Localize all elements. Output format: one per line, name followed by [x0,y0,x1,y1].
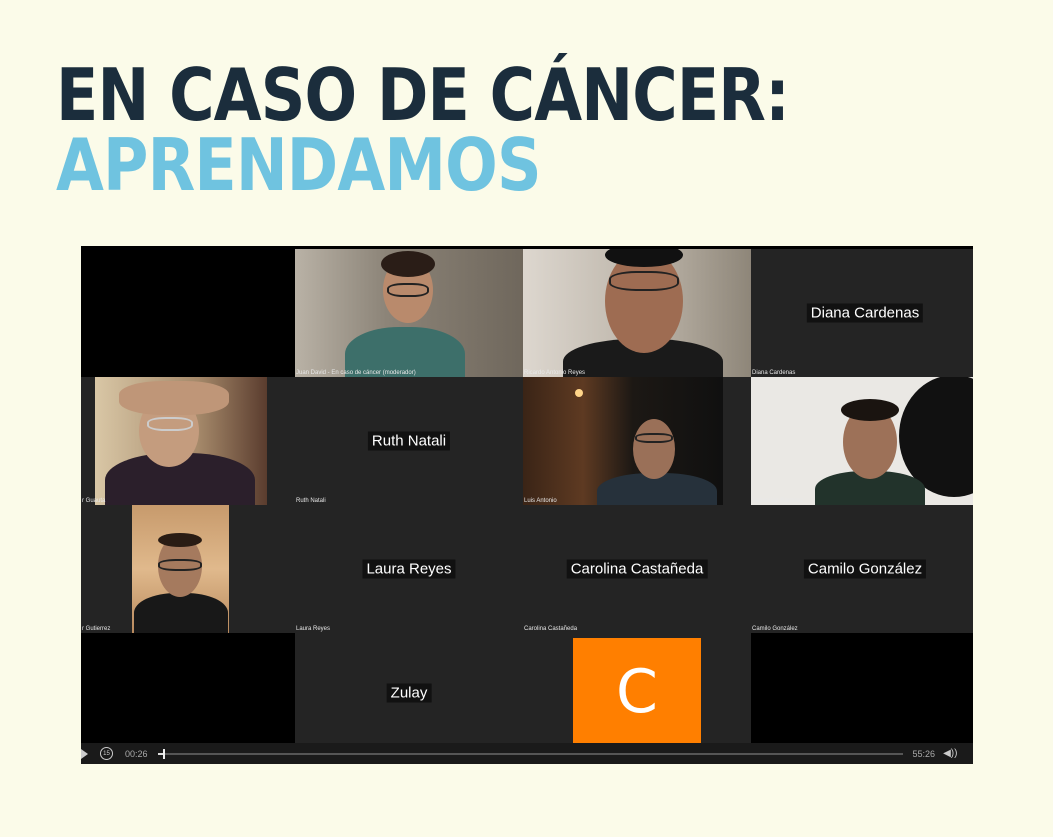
participant-label: Carolina Castañeda [524,626,578,632]
participant-tile-diana[interactable]: Diana Cardenas Diana Cardenas [751,249,973,377]
participant-grid: Juan David - En caso de cáncer (moderado… [81,249,973,746]
participant-label: Luis Antonio [524,498,557,504]
participant-label: Ruth Natali [296,498,326,504]
participant-label: Sebastián Ramírez [752,498,804,504]
participant-tile-ricardo[interactable]: Ricardo Antonio Reyes [523,249,751,377]
skip-back-icon[interactable]: 15 [100,747,113,760]
camera-feed [295,249,523,377]
seek-bar-handle[interactable] [163,748,166,759]
participant-name-center: Zulay [386,683,432,703]
participant-tile-guauta[interactable]: r Guauta [81,377,309,505]
page-title: EN CASO DE CÁNCER: APRENDAMOS [56,53,908,207]
avatar: C [573,638,701,746]
participant-label: Laura Reyes [296,626,331,632]
participant-tile-camilo[interactable]: Camilo González Camilo González [751,505,973,633]
participant-label: r Gutierrez [82,626,111,632]
participant-name-center: Ruth Natali [367,431,451,451]
video-player[interactable]: Juan David - En caso de cáncer (moderado… [81,246,973,764]
participant-name-center: Diana Cardenas [806,303,924,323]
volume-icon[interactable]: ◀︎)) [943,748,957,759]
participant-tile-empty [81,633,309,743]
total-time: 55:26 [912,748,936,759]
participant-tile-empty [751,633,973,743]
participant-tile-sebastian[interactable]: Sebastián Ramírez [751,377,973,505]
camera-feed [523,377,723,505]
participant-tile-juan[interactable]: Juan David - En caso de cáncer (moderado… [295,249,523,377]
seek-bar[interactable] [157,748,903,759]
participant-label: Juan David - En caso de cáncer (moderado… [296,370,416,376]
current-time: 00:26 [125,748,148,759]
participant-tile-carolina[interactable]: Carolina Castañeda Carolina Castañeda [523,505,751,633]
participant-name-center: Carolina Castañeda [566,559,708,579]
participant-tile-laura[interactable]: Laura Reyes Laura Reyes [295,505,523,633]
participant-tile-gutierrez[interactable]: r Gutierrez [81,505,309,633]
participant-tile-empty [81,249,309,377]
play-icon[interactable] [81,748,88,759]
participant-name-center: Camilo González [803,559,927,579]
participant-label: r Guauta [82,498,106,504]
participant-tile-ruth[interactable]: Ruth Natali Ruth Natali [295,377,523,505]
playback-controls: 15 00:26 55:26 ◀︎)) [81,743,973,764]
participant-name-center: Laura Reyes [362,559,456,579]
camera-feed [132,505,229,633]
participant-label: Ricardo Antonio Reyes [524,370,586,376]
participant-tile-zulay[interactable]: Zulay [295,633,523,743]
title-line-2: APRENDAMOS [56,123,542,207]
participant-label: Diana Cardenas [752,370,796,376]
title-line-1: EN CASO DE CÁNCER: [56,53,790,137]
camera-feed [95,377,267,505]
camera-feed [751,377,973,505]
camera-feed [523,249,751,377]
participant-label: Camilo González [752,626,798,632]
participant-tile-luis[interactable]: Luis Antonio [523,377,751,505]
